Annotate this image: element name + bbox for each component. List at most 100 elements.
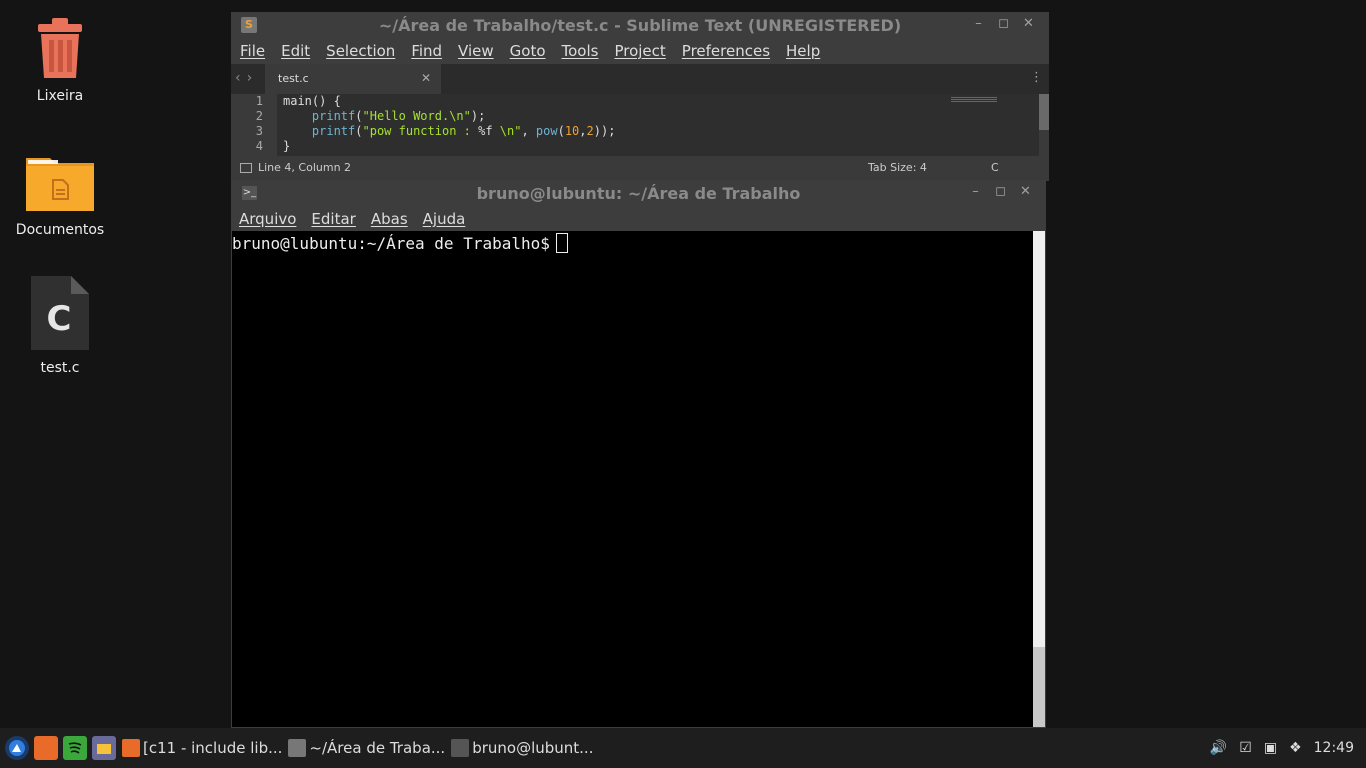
sublime-tabbar: ‹› test.c ✕ ⋮: [231, 64, 1049, 94]
svg-text:C: C: [47, 299, 72, 339]
terminal-scrollbar[interactable]: [1033, 231, 1045, 727]
dropbox-icon[interactable]: ❖: [1289, 740, 1302, 756]
sublime-titlebar[interactable]: S ~/Área de Trabalho/test.c - Sublime Te…: [231, 12, 1049, 38]
desktop-icon-documents[interactable]: Documentos: [5, 152, 115, 238]
line-gutter: 1 2 3 4: [231, 94, 277, 156]
firefox-icon: [122, 739, 140, 757]
line-number: 3: [255, 124, 263, 138]
code-number: 2: [586, 124, 594, 138]
menu-preferences[interactable]: Preferences: [682, 42, 770, 60]
code-text: ));: [593, 124, 616, 138]
minimize-icon[interactable]: –: [963, 184, 988, 199]
terminal-window: >_ bruno@lubuntu: ~/Área de Trabalho – ◻…: [231, 180, 1046, 728]
lubuntu-menu-icon[interactable]: [5, 736, 29, 760]
system-tray: 🔊 ☑ ▣ ❖ 12:49: [1210, 728, 1366, 768]
maximize-icon[interactable]: ◻: [991, 16, 1016, 31]
editor-scrollbar[interactable]: [1039, 94, 1049, 156]
menu-abas[interactable]: Abas: [371, 210, 408, 228]
code-line: printf("Hello Word.\n");: [283, 109, 615, 124]
task-label: [c11 - include lib...: [143, 739, 283, 757]
code-string: \n": [492, 124, 522, 138]
close-icon[interactable]: ✕: [1013, 184, 1038, 199]
code-text: }: [283, 139, 291, 153]
minimize-icon[interactable]: –: [966, 16, 991, 31]
code-text: (: [355, 109, 363, 123]
code-content: main() { printf("Hello Word.\n"); printf…: [283, 94, 615, 154]
syntax-mode[interactable]: C: [991, 161, 999, 174]
code-line: }: [283, 139, 615, 154]
code-function: printf: [311, 124, 356, 138]
maximize-icon[interactable]: ◻: [988, 184, 1013, 199]
tab-test-c[interactable]: test.c ✕: [265, 64, 441, 94]
menu-find[interactable]: Find: [411, 42, 442, 60]
menu-ajuda[interactable]: Ajuda: [423, 210, 466, 228]
taskbar-task-sublime[interactable]: ~/Área de Traba...: [288, 739, 445, 757]
taskbar-task-firefox[interactable]: [c11 - include lib...: [122, 739, 282, 757]
scrollbar-thumb[interactable]: [1039, 94, 1049, 130]
network-icon[interactable]: ▣: [1264, 740, 1277, 756]
desktop-icon-trash[interactable]: Lixeira: [5, 14, 115, 104]
code-line: main() {: [283, 94, 615, 109]
cursor-position: Line 4, Column 2: [258, 161, 352, 174]
menu-file[interactable]: File: [240, 42, 265, 60]
code-function: pow: [535, 124, 558, 138]
code-string: "Hello Word.\n": [362, 109, 471, 123]
close-icon[interactable]: ✕: [1016, 16, 1041, 31]
c-file-icon: C: [31, 276, 89, 350]
clock[interactable]: 12:49: [1314, 740, 1354, 756]
panel-toggle-icon[interactable]: [240, 163, 252, 173]
menu-project[interactable]: Project: [614, 42, 665, 60]
taskbar-task-terminal[interactable]: bruno@lubunt...: [451, 739, 593, 757]
terminal-icon: [451, 739, 470, 757]
code-text: (: [355, 124, 363, 138]
menu-goto[interactable]: Goto: [510, 42, 546, 60]
menu-tools[interactable]: Tools: [562, 42, 599, 60]
file-manager-icon[interactable]: [92, 736, 116, 760]
code-text: );: [470, 109, 486, 123]
menu-view[interactable]: View: [458, 42, 494, 60]
menu-help[interactable]: Help: [786, 42, 820, 60]
code-number: 10: [564, 124, 580, 138]
menu-selection[interactable]: Selection: [326, 42, 395, 60]
menu-arquivo[interactable]: Arquivo: [239, 210, 296, 228]
minimap[interactable]: [951, 97, 997, 103]
desktop-icon-label: test.c: [40, 360, 80, 376]
volume-icon[interactable]: 🔊: [1210, 740, 1227, 756]
code-text: ,: [521, 124, 536, 138]
clipboard-icon[interactable]: ☑: [1239, 740, 1252, 756]
sublime-window: S ~/Área de Trabalho/test.c - Sublime Te…: [231, 12, 1049, 181]
sublime-icon: [288, 739, 307, 757]
terminal-output[interactable]: bruno@lubuntu:~/Área de Trabalho$: [232, 231, 1033, 727]
line-number: 4: [255, 139, 263, 153]
code-string: "pow function :: [362, 124, 479, 138]
terminal-titlebar[interactable]: >_ bruno@lubuntu: ~/Área de Trabalho – ◻…: [231, 180, 1046, 206]
tab-close-icon[interactable]: ✕: [421, 71, 431, 85]
task-label: bruno@lubunt...: [472, 739, 594, 757]
sublime-statusbar: Line 4, Column 2 Tab Size: 4 C: [231, 156, 1049, 181]
menu-editar[interactable]: Editar: [311, 210, 355, 228]
desktop-icon-label: Lixeira: [36, 88, 84, 104]
desktop-icon-test-c[interactable]: C test.c: [5, 274, 115, 376]
spotify-icon[interactable]: [63, 736, 87, 760]
terminal-menubar: Arquivo Editar Abas Ajuda: [231, 206, 1046, 232]
code-editor[interactable]: 1 2 3 4 main() { printf("Hello Word.\n")…: [231, 94, 1049, 156]
trash-icon: [38, 18, 82, 78]
code-text: main() {: [283, 94, 341, 108]
firefox-icon[interactable]: [34, 736, 58, 760]
window-title: ~/Área de Trabalho/test.c - Sublime Text…: [378, 16, 902, 35]
tab-size[interactable]: Tab Size: 4: [868, 161, 927, 174]
code-text: ,: [579, 124, 587, 138]
terminal-prompt: bruno@lubuntu:~/Área de Trabalho$: [232, 234, 550, 253]
folder-icon: [26, 158, 94, 211]
desktop-icon-label: Documentos: [15, 222, 105, 238]
menu-edit[interactable]: Edit: [281, 42, 310, 60]
code-format: %f: [478, 124, 493, 138]
line-number: 1: [255, 94, 263, 108]
tab-label: test.c: [278, 72, 309, 85]
more-options-icon[interactable]: ⋮: [1030, 70, 1043, 85]
code-text: (: [557, 124, 565, 138]
tab-nav-arrows-icon[interactable]: ‹›: [235, 70, 258, 86]
scrollbar-thumb[interactable]: [1033, 647, 1045, 727]
window-title: bruno@lubuntu: ~/Área de Trabalho: [476, 184, 801, 203]
line-number: 2: [255, 109, 263, 123]
